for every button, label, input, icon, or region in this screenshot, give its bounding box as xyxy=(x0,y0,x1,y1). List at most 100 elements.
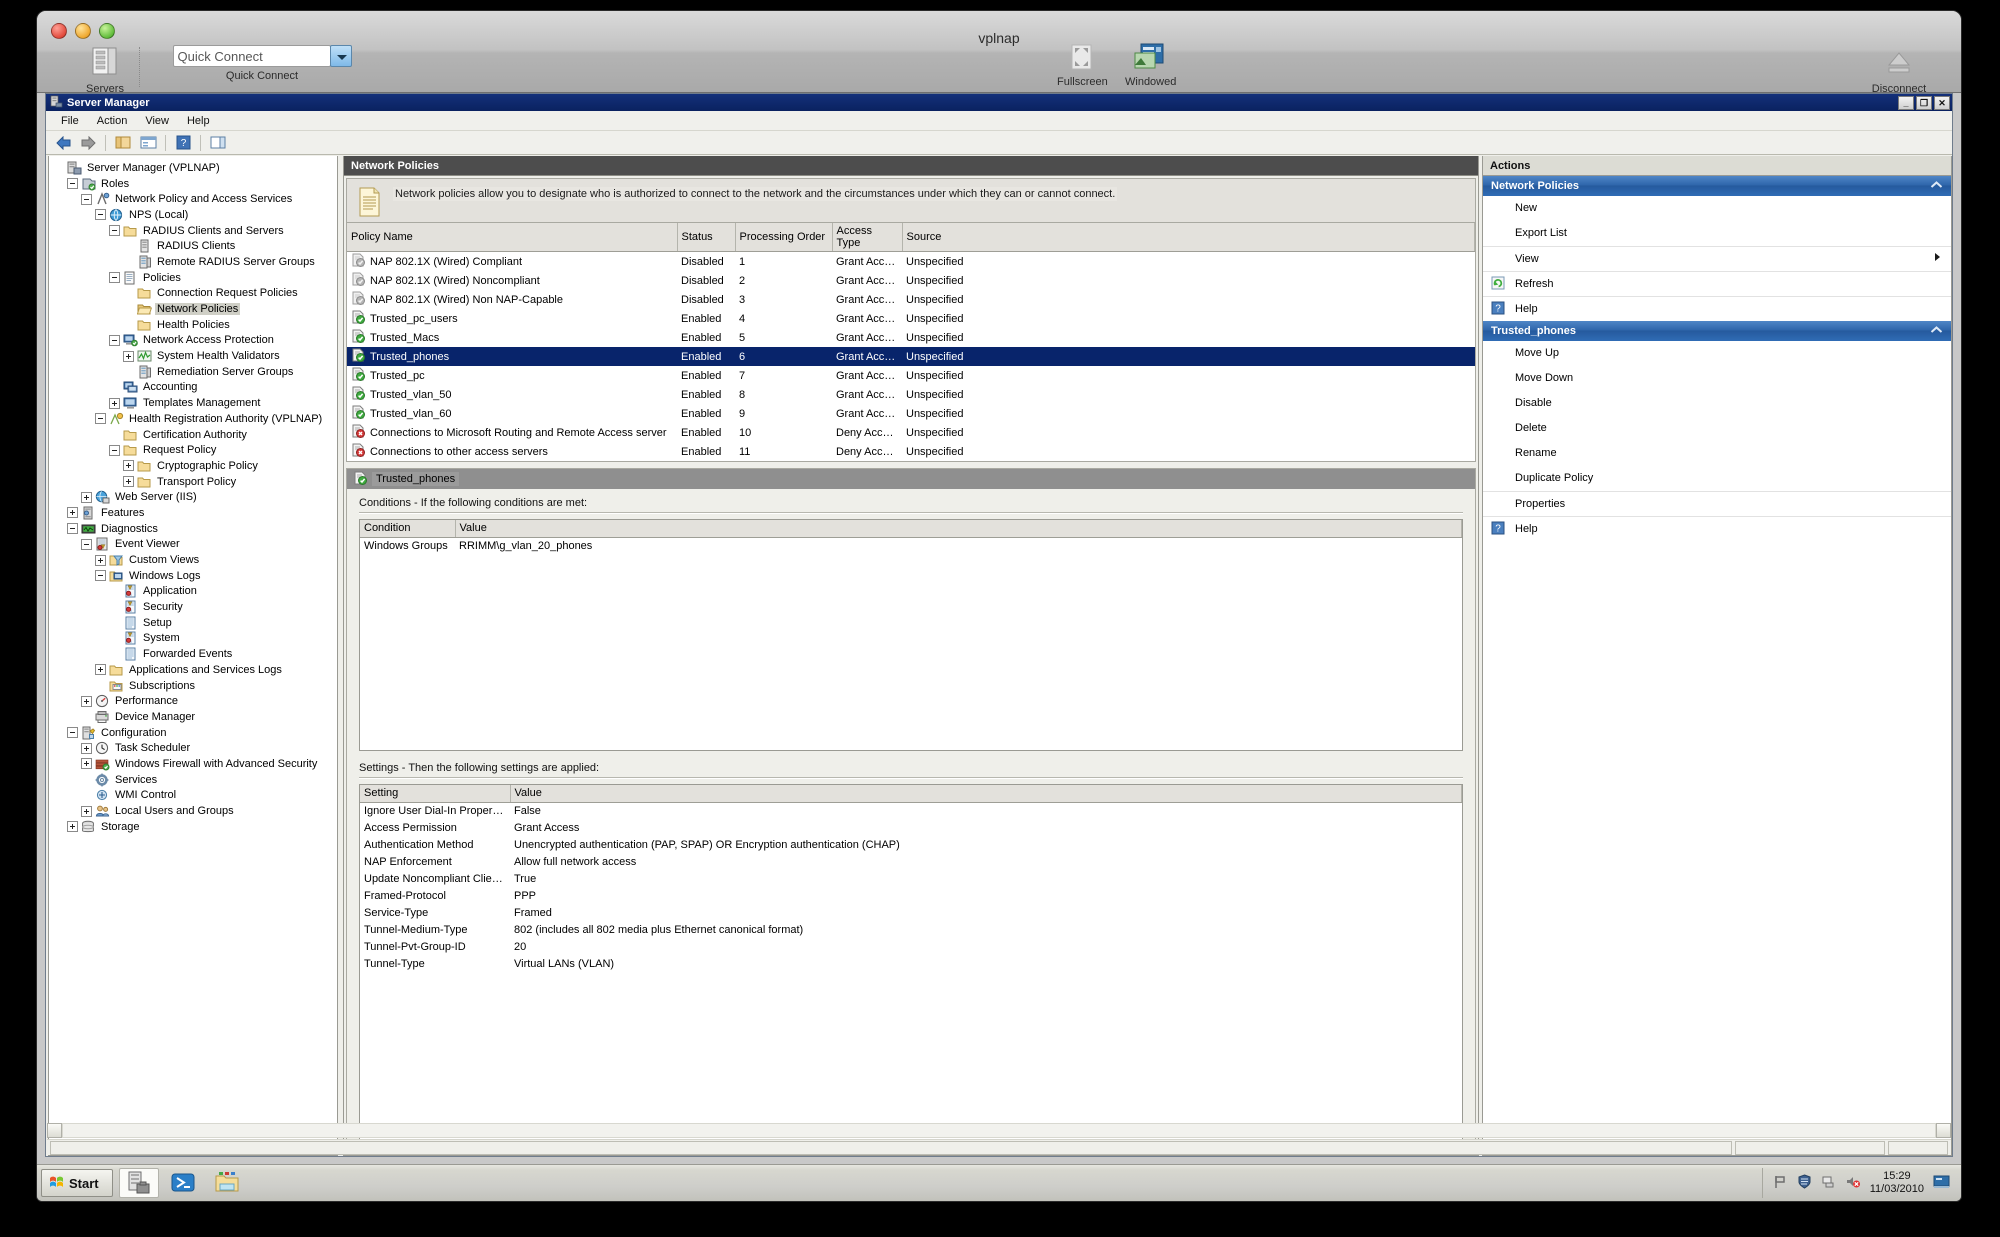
action-item-move-up[interactable]: Move Up xyxy=(1483,341,1951,366)
action-item-move-down[interactable]: Move Down xyxy=(1483,366,1951,391)
table-row[interactable]: NAP 802.1X (Wired) Noncompliant Disabled 2… xyxy=(347,271,1475,290)
tree-item-wmi-control[interactable]: WMI Control xyxy=(53,788,337,804)
tree-item-local-users-and-groups[interactable]: Local Users and Groups xyxy=(53,803,337,819)
column-access-type[interactable]: Access Type xyxy=(832,223,903,252)
forward-button[interactable] xyxy=(77,133,99,153)
tree-item-transport-policy[interactable]: Transport Policy xyxy=(53,474,337,490)
fullscreen-button[interactable]: Fullscreen xyxy=(1057,41,1108,88)
collapse-icon[interactable] xyxy=(109,225,120,237)
volume-muted-icon[interactable] xyxy=(1845,1174,1861,1192)
taskbar-item-powershell[interactable] xyxy=(163,1168,203,1198)
tree-item-remediation-server-groups[interactable]: Remediation Server Groups xyxy=(53,364,337,380)
scroll-left-button[interactable] xyxy=(47,1123,62,1138)
column-condition-value[interactable]: Value xyxy=(455,520,1462,538)
table-row[interactable]: Access Permission Grant Access xyxy=(360,819,1462,836)
expand-icon[interactable] xyxy=(67,507,78,519)
scroll-right-button[interactable] xyxy=(1936,1123,1951,1138)
tree-item-setup[interactable]: Setup xyxy=(53,615,337,631)
column-processing-order[interactable]: Processing Order xyxy=(735,223,833,252)
tree-item-network-access-protection[interactable]: Network Access Protection xyxy=(53,333,337,349)
collapse-icon[interactable] xyxy=(95,209,106,221)
back-button[interactable] xyxy=(52,133,74,153)
servers-toolbar-button[interactable]: Servers xyxy=(77,45,133,95)
flag-icon[interactable] xyxy=(1773,1174,1788,1192)
collapse-icon[interactable] xyxy=(81,193,92,205)
tree-item-accounting[interactable]: Accounting xyxy=(53,380,337,396)
tree-item-certification-authority[interactable]: Certification Authority xyxy=(53,427,337,443)
expand-icon[interactable] xyxy=(81,758,92,770)
column-status[interactable]: Status xyxy=(677,223,736,252)
collapse-icon[interactable] xyxy=(109,334,120,346)
table-row[interactable]: Windows Groups RRIMM\g_vlan_20_phones xyxy=(360,537,1462,554)
tree-item-system-health-validators[interactable]: System Health Validators xyxy=(53,348,337,364)
tree-item-network-policy-and-access-services[interactable]: Network Policy and Access Services xyxy=(53,191,337,207)
collapse-icon[interactable] xyxy=(95,570,106,582)
show-hide-actions-button[interactable] xyxy=(207,133,229,153)
tree-item-system[interactable]: System xyxy=(53,631,337,647)
action-item-rename[interactable]: Rename xyxy=(1483,441,1951,466)
collapse-icon[interactable] xyxy=(67,178,78,190)
action-item-new[interactable]: New xyxy=(1483,196,1951,221)
table-row[interactable]: Connections to other access servers Enabl… xyxy=(347,442,1475,461)
tree-item-custom-views[interactable]: Custom Views xyxy=(53,552,337,568)
table-row[interactable]: Tunnel-Pvt-Group-ID 20 xyxy=(360,938,1462,955)
start-button[interactable]: Start xyxy=(41,1169,113,1197)
help-button[interactable]: ? xyxy=(172,133,194,153)
close-button[interactable]: ✕ xyxy=(1934,95,1950,110)
expand-icon[interactable] xyxy=(123,350,134,362)
tree-item-task-scheduler[interactable]: Task Scheduler xyxy=(53,740,337,756)
table-row[interactable]: NAP 802.1X (Wired) Compliant Disabled 1 Gra… xyxy=(347,252,1475,272)
clock[interactable]: 15:29 11/03/2010 xyxy=(1870,1170,1924,1196)
shield-icon[interactable] xyxy=(1797,1174,1812,1192)
network-policies-list[interactable]: Policy Name Status Processing Order Acce… xyxy=(346,222,1476,462)
tree-item-configuration[interactable]: Configuration xyxy=(53,725,337,741)
chevron-right-icon[interactable] xyxy=(1934,252,1941,265)
network-icon[interactable] xyxy=(1821,1174,1836,1192)
table-row[interactable]: Trusted_vlan_60 Enabled 9 Grant Access Unspe… xyxy=(347,404,1475,423)
horizontal-scrollbar[interactable] xyxy=(47,1123,1951,1138)
minimize-button[interactable]: _ xyxy=(1898,95,1914,110)
column-setting[interactable]: Setting xyxy=(360,785,511,803)
table-row[interactable]: Trusted_pc_users Enabled 4 Grant Access Unsp… xyxy=(347,309,1475,328)
collapse-icon[interactable] xyxy=(81,538,92,550)
tree-item-features[interactable]: Features xyxy=(53,505,337,521)
collapse-icon[interactable] xyxy=(67,523,78,535)
table-row[interactable]: NAP 802.1X (Wired) Non NAP-Capable Disabl… xyxy=(347,290,1475,309)
menu-file[interactable]: File xyxy=(52,113,88,129)
expand-icon[interactable] xyxy=(81,805,92,817)
tree-item-radius-clients[interactable]: RADIUS Clients xyxy=(53,238,337,254)
table-row[interactable]: Trusted_vlan_50 Enabled 8 Grant Access Unspe… xyxy=(347,385,1475,404)
tree-item-services[interactable]: Services xyxy=(53,772,337,788)
table-row[interactable]: Update Noncompliant Clients True xyxy=(360,870,1462,887)
expand-icon[interactable] xyxy=(81,491,92,503)
action-item-export-list[interactable]: Export List xyxy=(1483,221,1951,246)
menu-action[interactable]: Action xyxy=(88,113,137,129)
table-row[interactable]: Authentication Method Unencrypted authent… xyxy=(360,836,1462,853)
table-row[interactable]: Framed-Protocol PPP xyxy=(360,887,1462,904)
tree-item-event-viewer[interactable]: Event Viewer xyxy=(53,537,337,553)
scroll-track[interactable] xyxy=(62,1123,1936,1138)
expand-icon[interactable] xyxy=(81,695,92,707)
tree-item-policies[interactable]: Policies xyxy=(53,270,337,286)
actions-group-header-network-policies[interactable]: Network Policies xyxy=(1483,176,1951,196)
tree-item-server-manager-vplnap[interactable]: Server Manager (VPLNAP) xyxy=(53,160,337,176)
disconnect-button[interactable]: Disconnect xyxy=(1861,45,1937,95)
expand-icon[interactable] xyxy=(123,476,134,488)
tree-item-performance[interactable]: Performance xyxy=(53,693,337,709)
table-row[interactable]: Trusted_Macs Enabled 5 Grant Access Unspecif… xyxy=(347,328,1475,347)
tree-item-forwarded-events[interactable]: Forwarded Events xyxy=(53,646,337,662)
column-source[interactable]: Source xyxy=(902,223,1475,252)
settings-list[interactable]: Setting Value Ignore User Dial-In Proper… xyxy=(359,784,1463,1142)
table-row[interactable]: Trusted_pc Enabled 7 Grant Access Unspecifie… xyxy=(347,366,1475,385)
expand-icon[interactable] xyxy=(109,397,120,409)
tree-item-windows-firewall-with-advanced-security[interactable]: Windows Firewall with Advanced Security xyxy=(53,756,337,772)
tree-item-network-policies[interactable]: Network Policies xyxy=(53,301,337,317)
table-row[interactable]: Service-Type Framed xyxy=(360,904,1462,921)
navigation-tree-pane[interactable]: Server Manager (VPLNAP) Roles Network Poli… xyxy=(48,156,338,1156)
restore-button[interactable]: ❐ xyxy=(1916,95,1932,110)
tree-item-diagnostics[interactable]: Diagnostics xyxy=(53,521,337,537)
quick-connect-input[interactable]: Quick Connect xyxy=(172,45,331,67)
menu-view[interactable]: View xyxy=(136,113,178,129)
tree-item-cryptographic-policy[interactable]: Cryptographic Policy xyxy=(53,458,337,474)
tree-item-connection-request-policies[interactable]: Connection Request Policies xyxy=(53,286,337,302)
